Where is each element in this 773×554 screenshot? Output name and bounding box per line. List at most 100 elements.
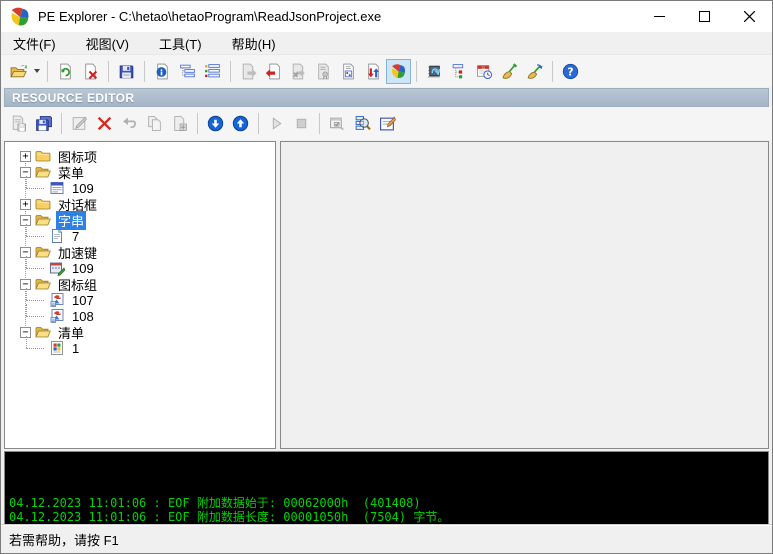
reload-file-button[interactable] bbox=[53, 59, 78, 84]
minimize-icon bbox=[654, 16, 665, 17]
tree-item-label[interactable]: 清单 bbox=[56, 323, 86, 342]
maximize-button[interactable] bbox=[682, 1, 727, 32]
tree-item-label[interactable]: 加速键 bbox=[56, 243, 99, 262]
export-resources-button-disabled bbox=[236, 59, 261, 84]
open-file-dropdown[interactable] bbox=[31, 59, 42, 84]
tree-item-label[interactable]: 1 bbox=[70, 341, 81, 356]
app-pinwheel-icon bbox=[11, 7, 29, 25]
copy-resource-button-disabled bbox=[142, 111, 167, 136]
resource-editor-band: RESOURCE EDITOR bbox=[4, 88, 769, 107]
icon-group-icon bbox=[49, 292, 66, 308]
tree-item-108[interactable]: 108 bbox=[5, 304, 275, 324]
menu-help[interactable]: 帮助(H) bbox=[222, 32, 286, 55]
folder-open-icon bbox=[35, 244, 52, 260]
new-resource-button-disabled bbox=[167, 111, 192, 136]
tree-item-图标组[interactable]: − 图标组 bbox=[5, 275, 275, 294]
window-title: PE Explorer - C:\hetao\hetaoProgram\Read… bbox=[38, 9, 382, 24]
expand-plus-toggle[interactable]: + bbox=[20, 150, 31, 162]
maximize-icon bbox=[699, 11, 710, 22]
structure-viewer-button[interactable] bbox=[175, 59, 200, 84]
tree-item-加速键[interactable]: − 加速键 bbox=[5, 243, 275, 262]
menu-tools[interactable]: 工具(T) bbox=[149, 32, 212, 55]
tree-item-字串[interactable]: − 字串 bbox=[5, 210, 275, 230]
resource-toolbar bbox=[1, 107, 772, 140]
log-console[interactable]: 04.12.2023 11:01:06 : EOF 附加数据始于: 000620… bbox=[4, 451, 769, 525]
title-bar: PE Explorer - C:\hetao\hetaoProgram\Read… bbox=[1, 1, 772, 32]
expand-plus-toggle[interactable]: + bbox=[20, 198, 31, 210]
tree-item-1[interactable]: 1 bbox=[5, 336, 275, 356]
save-resource-button-disabled bbox=[6, 111, 31, 136]
close-button[interactable] bbox=[727, 1, 772, 32]
folder-open-icon bbox=[35, 212, 52, 228]
svg-text:?: ? bbox=[567, 65, 573, 78]
folder-closed-icon bbox=[35, 196, 52, 212]
open-file-button[interactable] bbox=[6, 59, 31, 84]
stop-button-disabled bbox=[289, 111, 314, 136]
resource-editor-button[interactable] bbox=[386, 58, 411, 84]
edit-resource-button-disabled bbox=[67, 111, 92, 136]
tree-item-107[interactable]: 107 bbox=[5, 288, 275, 308]
edit-properties-button[interactable] bbox=[375, 111, 400, 136]
export-section-button-disabled bbox=[286, 59, 311, 84]
folder-open-icon bbox=[35, 164, 52, 180]
minimize-button[interactable] bbox=[637, 1, 682, 32]
tree-item-清单[interactable]: − 清单 bbox=[5, 323, 275, 342]
folder-closed-icon bbox=[35, 148, 52, 164]
tree-item-label[interactable]: 109 bbox=[70, 261, 96, 276]
tree-item-图标项[interactable]: + 图标项 bbox=[5, 148, 275, 165]
status-text: 若需帮助，请按 F1 bbox=[9, 533, 119, 548]
save-all-resources-button[interactable] bbox=[31, 111, 56, 136]
resource-tree-panel[interactable]: + 图标项 − 菜单 109 + 对话框 − 字串 7− 加速键 109− 图标组 107 108− 清单 1 bbox=[4, 141, 276, 449]
resource-view-panel[interactable] bbox=[280, 141, 769, 449]
save-file-button[interactable] bbox=[114, 59, 139, 84]
close-icon bbox=[744, 11, 755, 22]
content-area: + 图标项 − 菜单 109 + 对话框 − 字串 7− 加速键 109− 图标组 107 108− 清单 1 bbox=[1, 140, 772, 451]
manifest-icon bbox=[49, 340, 66, 356]
play-button-disabled bbox=[264, 111, 289, 136]
date-time-button[interactable]: 12 bbox=[472, 59, 497, 84]
clear-button[interactable] bbox=[497, 59, 522, 84]
tree-item-label[interactable]: 108 bbox=[70, 309, 96, 324]
status-bar: 若需帮助，请按 F1 bbox=[1, 525, 772, 553]
menu-view[interactable]: 视图(V) bbox=[76, 32, 139, 55]
file-info-button[interactable] bbox=[150, 59, 175, 84]
svg-text:12: 12 bbox=[481, 65, 485, 69]
tree-item-菜单[interactable]: − 菜单 bbox=[5, 163, 275, 182]
folder-open-icon bbox=[35, 324, 52, 340]
folder-open-icon bbox=[35, 276, 52, 292]
preview-dialog-button[interactable] bbox=[325, 111, 350, 136]
help-button[interactable]: ? bbox=[558, 59, 583, 84]
menu-file[interactable]: 文件(F) bbox=[3, 32, 66, 55]
tree-item-label[interactable]: 107 bbox=[70, 293, 96, 308]
tree-item-7[interactable]: 7 bbox=[5, 224, 275, 244]
move-down-button[interactable] bbox=[203, 111, 228, 136]
tree-item-label[interactable]: 图标组 bbox=[56, 275, 99, 294]
import-resources-button[interactable] bbox=[261, 59, 286, 84]
tree-item-label[interactable]: 7 bbox=[70, 229, 81, 244]
resource-tree-view-button[interactable] bbox=[200, 59, 225, 84]
find-resource-button[interactable] bbox=[350, 111, 375, 136]
dependency-scanner-button[interactable] bbox=[447, 59, 472, 84]
log-line: 04.12.2023 11:01:06 : EOF 附加数据长度: 000010… bbox=[9, 510, 450, 524]
tree-item-label[interactable]: 字串 bbox=[56, 210, 87, 230]
menu-bar: 文件(F) 视图(V) 工具(T) 帮助(H) bbox=[1, 32, 772, 54]
tree-item-label[interactable]: 109 bbox=[70, 181, 96, 196]
tree-item-109[interactable]: 109 bbox=[5, 256, 275, 276]
close-file-button[interactable] bbox=[78, 59, 103, 84]
certificate-button-disabled bbox=[311, 59, 336, 84]
move-up-button[interactable] bbox=[228, 111, 253, 136]
tree-item-对话框[interactable]: + 对话框 bbox=[5, 196, 275, 213]
disassembler-button[interactable] bbox=[422, 59, 447, 84]
clear-redo-button[interactable] bbox=[522, 59, 547, 84]
sync-file-button[interactable] bbox=[361, 59, 386, 84]
resource-tree: + 图标项 − 菜单 109 + 对话框 − 字串 7− 加速键 109− 图标组 107 108− 清单 1 bbox=[5, 142, 275, 356]
log-line: 04.12.2023 11:01:06 : EOF 附加数据始于: 000620… bbox=[9, 496, 421, 510]
undo-button-disabled bbox=[117, 111, 142, 136]
tree-item-label[interactable]: 菜单 bbox=[56, 163, 86, 182]
pe-explorer-window: PE Explorer - C:\hetao\hetaoProgram\Read… bbox=[0, 0, 773, 554]
tree-item-109[interactable]: 109 bbox=[5, 176, 275, 196]
delete-resource-button[interactable] bbox=[92, 111, 117, 136]
chevron-down-icon bbox=[33, 69, 40, 73]
scan-file-button[interactable] bbox=[336, 59, 361, 84]
main-toolbar: 12 ? bbox=[1, 54, 772, 87]
